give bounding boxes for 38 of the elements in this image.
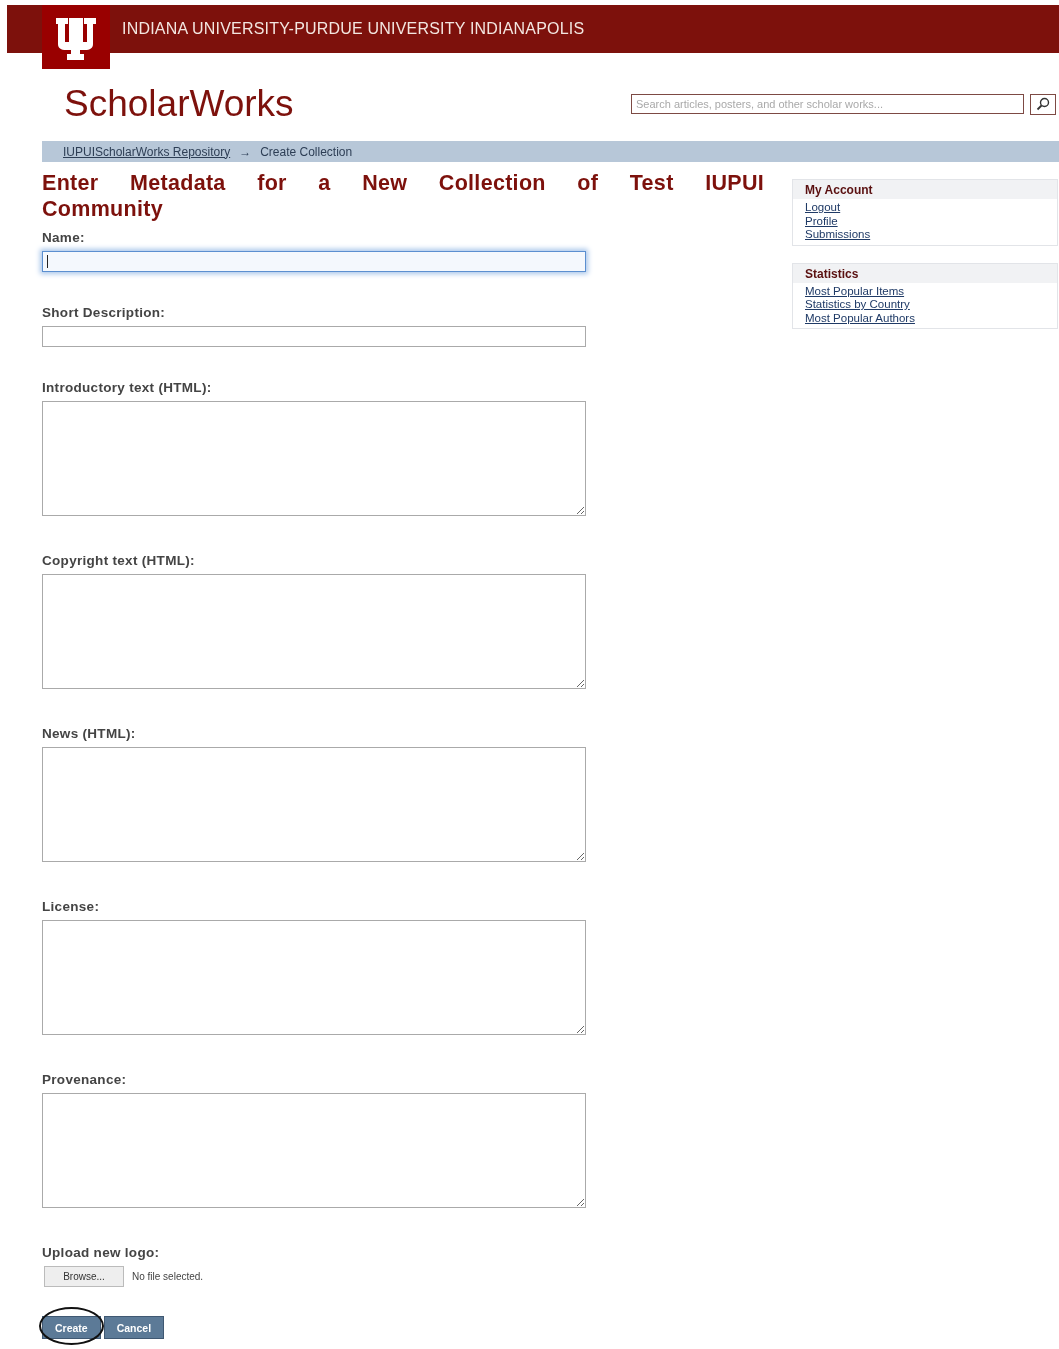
field-label: Copyright text (HTML): [42,553,196,568]
sidebar-link[interactable]: Submissions [805,228,871,242]
create-button[interactable]: Create [42,1316,101,1339]
field-label: Short Description: [42,305,167,320]
sidebar-heading: My Account [793,180,1057,199]
browse-button[interactable]: Browse... [44,1266,124,1287]
university-logo[interactable] [42,5,110,69]
text-field[interactable] [42,251,586,272]
page-heading: Enter Metadata for a New Collection of Test IUPUI Community [42,170,764,222]
sidebar-link[interactable]: Logout [805,201,841,215]
field-label: License: [42,899,101,914]
cancel-button[interactable]: Cancel [103,1316,165,1339]
field-label: Introductory text (HTML): [42,380,213,395]
sidebar-link[interactable]: Statistics by Country [805,298,910,312]
field-label: Name: [42,230,86,245]
text-field[interactable] [42,326,586,347]
field-label: Upload new logo: [42,1245,161,1260]
text-area[interactable] [42,920,586,1035]
text-cursor [47,255,48,268]
text-area[interactable] [42,574,586,689]
sidebar-heading: Statistics [793,263,1057,283]
text-area[interactable] [42,1093,586,1208]
sidebar-link[interactable]: Profile [805,214,838,228]
field-label: News (HTML): [42,726,137,741]
search-button[interactable] [1030,93,1056,115]
site-title[interactable]: ScholarWorks [64,83,294,125]
search-field[interactable]: Search articles, posters, and other scholar works... [631,94,1024,114]
text-area[interactable] [42,747,586,862]
breadcrumb-separator: → [239,144,252,159]
search-icon [1036,97,1050,111]
sidebar-link[interactable]: Most Popular Items [805,284,905,298]
breadcrumb-link[interactable]: IUPUIScholarWorks Repository [63,144,231,159]
field-label: Provenance: [42,1072,128,1087]
sidebar-link[interactable]: Most Popular Authors [805,311,915,325]
university-name: INDIANA UNIVERSITY-PURDUE UNIVERSITY INDIANAPOLIS [122,20,585,38]
breadcrumb-current: Create Collection [260,144,353,159]
file-status: No file selected. [132,1271,204,1282]
text-area[interactable] [42,401,586,516]
